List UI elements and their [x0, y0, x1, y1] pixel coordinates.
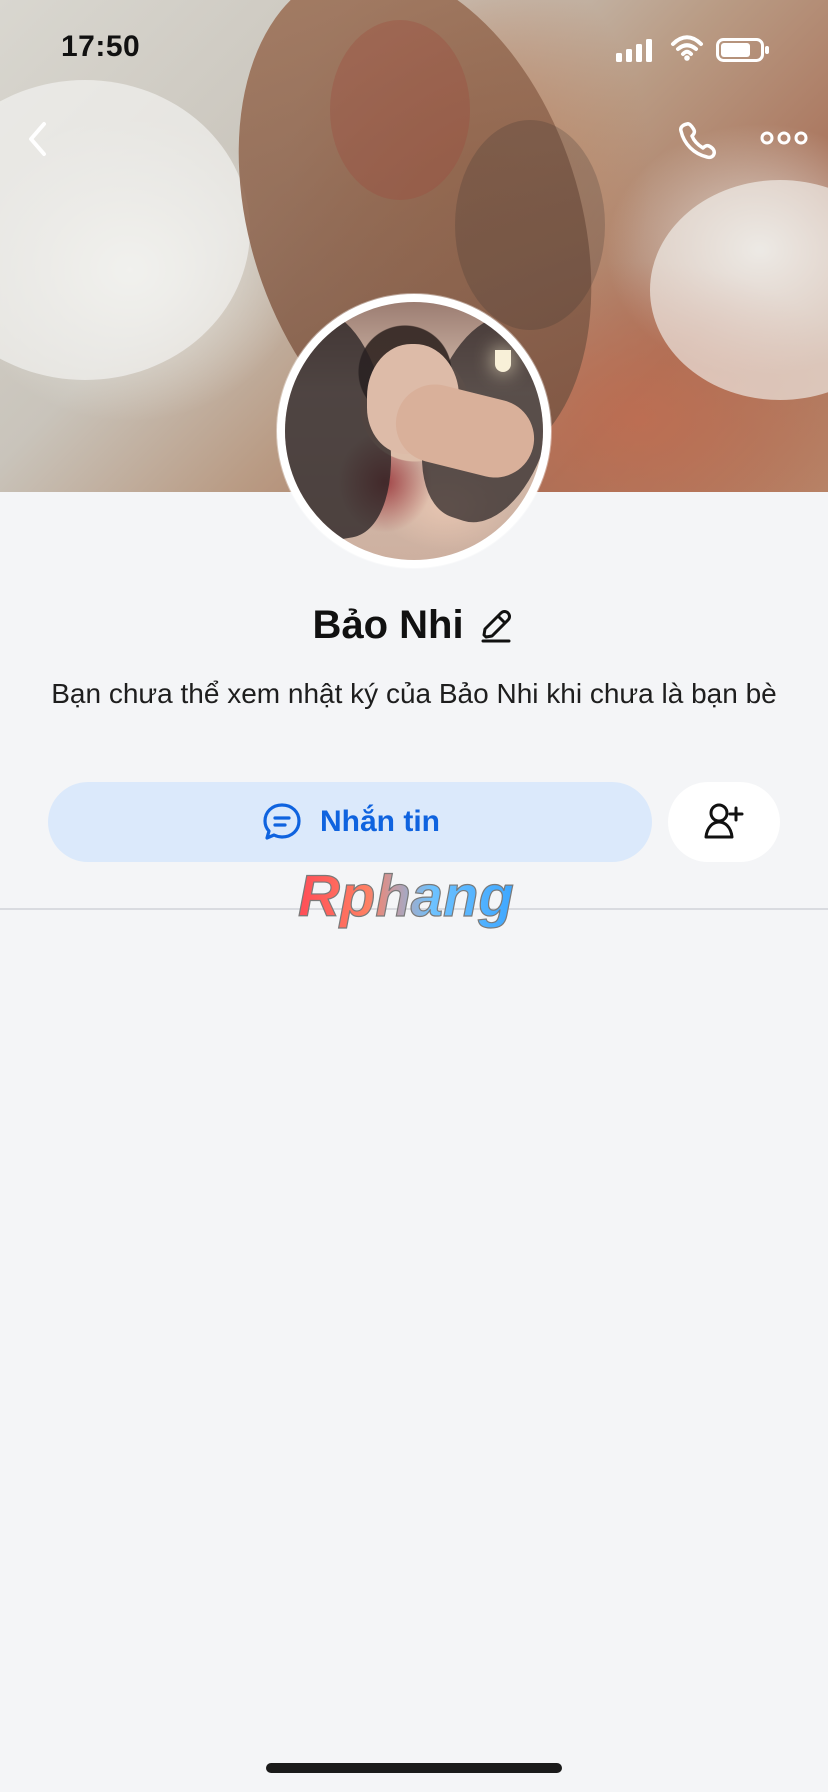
- more-icon[interactable]: [760, 126, 808, 150]
- watermark-text: Rphang: [298, 864, 514, 929]
- profile-name-row: Bảo Nhi: [0, 590, 828, 660]
- avatar-photo: [285, 302, 543, 560]
- battery-icon: [716, 38, 769, 62]
- avatar[interactable]: [277, 294, 551, 568]
- add-user-icon: [704, 803, 744, 839]
- home-indicator: [266, 1763, 562, 1773]
- chevron-left-icon[interactable]: [24, 118, 52, 160]
- cover-tattoo-shape-two: [455, 120, 605, 330]
- watermark-logo: Rphang: [297, 863, 514, 929]
- status-time: 17:50: [61, 30, 141, 63]
- pencil-icon[interactable]: [476, 605, 516, 645]
- profile-name: Bảo Nhi: [312, 603, 464, 647]
- friendship-message: Bạn chưa thể xem nhật ký của Bảo Nhi khi…: [51, 678, 777, 709]
- chat-bubble-icon: [263, 803, 301, 840]
- signal-icon: [616, 39, 652, 62]
- status-bar: 17:50: [0, 0, 828, 96]
- add-friend-button[interactable]: [668, 782, 780, 862]
- profile-screen: 17:50 Bảo Nhi Bạn chưa thể xem nhật ký c…: [0, 0, 828, 1792]
- phone-icon[interactable]: [676, 118, 720, 162]
- message-button[interactable]: Nhắn tin: [48, 782, 652, 862]
- wifi-icon: [671, 35, 703, 61]
- status-icons: [616, 34, 796, 68]
- avatar-lamp: [495, 350, 511, 372]
- cover-pillow-right: [650, 180, 828, 400]
- message-button-label: Nhắn tin: [320, 805, 440, 838]
